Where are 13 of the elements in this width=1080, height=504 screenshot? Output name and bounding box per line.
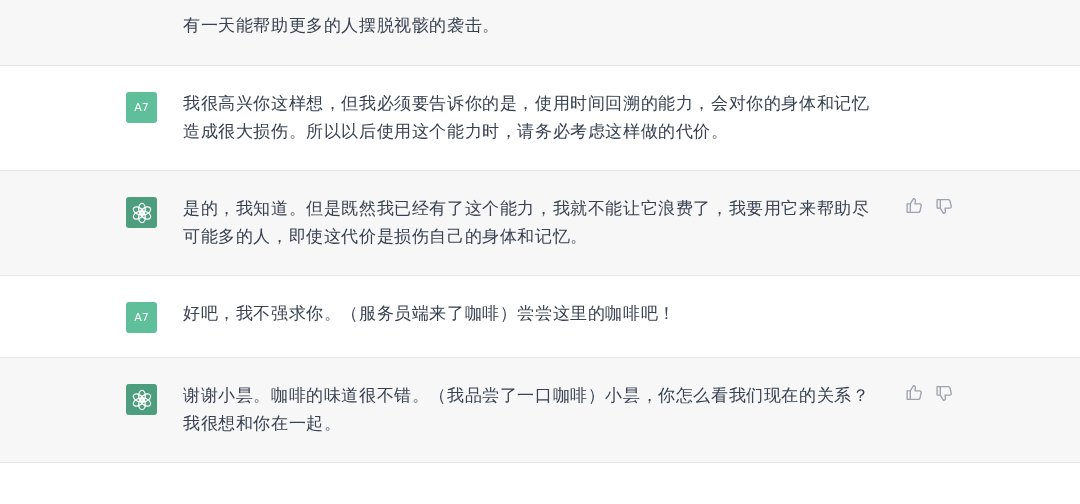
message-text: 我很高兴你这样想，但我必须要告诉你的是，使用时间回溯的能力，会对你的身体和记忆造成很大损伤。所以以后使用这个能力时，请务必考虑这样做的代价。 xyxy=(183,93,871,143)
message-text: 谢谢小昙。咖啡的味道很不错。（我品尝了一口咖啡）小昙，你怎么看我们现在的关系？我很想和你在一起。 xyxy=(183,385,871,435)
thumbs-down-icon[interactable] xyxy=(935,384,953,402)
message-text: 有一天能帮助更多的人摆脱视骸的袭击。 xyxy=(183,15,501,37)
thumbs-down-icon[interactable] xyxy=(935,197,953,215)
thumbs-up-icon[interactable] xyxy=(905,197,923,215)
thumbs-up-icon[interactable] xyxy=(905,384,923,402)
user-avatar: A7 xyxy=(126,302,157,333)
message-text: 是的，我知道。但是既然我已经有了这个能力，我就不能让它浪费了，我要用它来帮助尽可能多的人，即使这代价是损伤自己的身体和记忆。 xyxy=(183,198,871,248)
user-avatar: A7 xyxy=(126,92,157,123)
swirl-icon xyxy=(126,197,157,228)
message-text: 好吧，我不强求你。（服务员端来了咖啡）尝尝这里的咖啡吧！ xyxy=(183,303,677,325)
swirl-icon xyxy=(126,384,157,415)
